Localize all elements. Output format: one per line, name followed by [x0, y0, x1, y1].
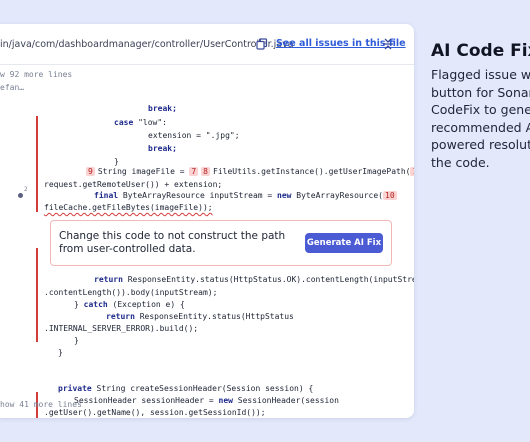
code-token: case [114, 118, 139, 127]
code-token: ResponseEntity.status(HttpStatus [139, 312, 294, 321]
flow-marker[interactable]: 8 [201, 167, 210, 176]
code-line: .getUser().getName(), session.getSession… [44, 408, 266, 417]
code-line: extension = ".jpg"; [148, 131, 240, 140]
code-line: break; [148, 144, 177, 153]
flow-marker[interactable]: 7 [189, 167, 199, 176]
code-token: SessionHeader(session [237, 396, 339, 405]
code-token: } [74, 300, 84, 309]
code-token: "low": [138, 118, 167, 127]
copy-icon[interactable] [256, 38, 268, 50]
code-token: private [58, 384, 97, 393]
panel-title: AI Code Fix [431, 41, 530, 61]
issue-gutter-mark [36, 116, 38, 212]
code-line: return ResponseEntity.status(HttpStatus [106, 312, 294, 321]
code-token: (Exception e) { [112, 300, 185, 309]
code-token: catch [83, 300, 113, 309]
generate-ai-fix-button[interactable]: Generate AI Fix [305, 233, 383, 253]
expand-lines-top[interactable]: w 92 more lines [0, 70, 72, 79]
code-token: FileUtils.getInstance().getUserImagePath… [213, 167, 411, 176]
code-viewer-card: in/java/com/dashboardmanager/controller/… [0, 24, 414, 418]
dot-icon [18, 193, 23, 198]
panel-description-line: Flagged issue wi [431, 67, 530, 82]
left-label: efan… [0, 83, 25, 92]
panel-description-line: CodeFix to gener [431, 102, 530, 117]
code-token: return [106, 312, 140, 321]
code-line: request.getRemoteUser()) + extension; [44, 180, 223, 189]
code-token: SessionHeader sessionHeader = [74, 396, 219, 405]
issue-box: Change this code to not construct the pa… [50, 220, 392, 266]
code-line: .INTERNAL_SERVER_ERROR).build(); [44, 324, 199, 333]
code-token: ResponseEntity.status(HttpStatus.OK).con… [127, 275, 414, 284]
panel-description-line: the code. [431, 154, 490, 170]
code-token: new [218, 396, 238, 405]
file-path-bar: in/java/com/dashboardmanager/controller/… [0, 24, 414, 65]
flow-marker[interactable]: 1 [410, 167, 414, 176]
code-line: } [74, 336, 79, 345]
code-line: 9 String imageFile = 7 8 FileUtils.getInsta… [86, 167, 414, 176]
code-token: final [94, 191, 123, 200]
code-line: fileCache.getFileBytes(imageFile)); [44, 203, 213, 212]
code-token: String createSessionHeader(Session sessi… [96, 384, 314, 393]
code-line: SessionHeader sessionHeader = new Sessio… [74, 396, 339, 405]
code-line: final ByteArrayResource inputStream = ne… [94, 191, 400, 200]
code-token: ByteArrayResource( [296, 191, 383, 200]
code-line: case "low": [114, 118, 167, 127]
code-token: ByteArrayResource inputStream = [122, 191, 278, 200]
expand-lines-bottom[interactable]: how 41 more lines [0, 400, 82, 409]
code-line: .contentLength()).body(inputStream); [44, 288, 218, 297]
code-line: private String createSessionHeader(Sessi… [58, 384, 313, 393]
flow-marker[interactable]: 10 [383, 191, 397, 200]
code-line: } catch (Exception e) { [74, 300, 185, 309]
code-token: String imageFile = [97, 167, 190, 176]
issue-message: Change this code to not construct the pa… [59, 230, 286, 255]
file-path: in/java/com/dashboardmanager/controller/… [0, 39, 294, 50]
code-line: } [114, 157, 119, 166]
code-line: return ResponseEntity.status(HttpStatus.… [94, 275, 414, 284]
line-number: 2 [24, 186, 28, 193]
panel-description-line: recommended A [431, 119, 530, 135]
panel-description-line: button for Sonar [431, 84, 530, 100]
code-line: } [58, 348, 63, 357]
code-line: break; [148, 104, 177, 113]
flow-marker[interactable]: 9 [86, 167, 95, 176]
panel-description-line: powered resoluti [431, 137, 530, 152]
panel-description: Flagged issue wi button for Sonar CodeFi… [431, 66, 530, 171]
code-token: break; [148, 144, 177, 153]
code-token: new [277, 191, 297, 200]
collapse-icon[interactable] [382, 37, 394, 51]
code-token: break; [148, 104, 177, 113]
code-token: return [94, 275, 128, 284]
issue-gutter-mark [36, 248, 38, 342]
